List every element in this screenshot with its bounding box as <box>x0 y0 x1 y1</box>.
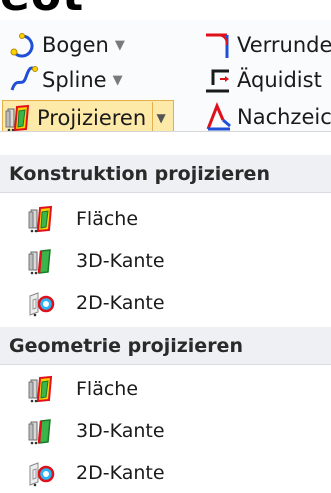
menu-item-label: 3D-Kante <box>76 250 165 272</box>
project-2d-edge-icon <box>28 461 55 488</box>
chevron-down-icon[interactable]: ▼ <box>152 102 169 134</box>
project-2d-edge-icon <box>28 291 55 318</box>
menu-item-geometrie-3d-kante[interactable]: 3D-Kante <box>0 410 331 452</box>
menu-item-geometrie-flaeche[interactable]: Fläche <box>0 368 331 410</box>
spline-button[interactable]: Spline ▼ <box>8 63 123 97</box>
verrunden-label: Verrunde <box>237 33 331 57</box>
projizieren-label: Projizieren <box>37 106 147 130</box>
ribbon-panel: Bogen ▼ Spline ▼ Projizieren ▼ Verrunde … <box>0 20 331 136</box>
menu-item-konstruktion-flaeche[interactable]: Fläche <box>0 198 331 240</box>
menu-item-geometrie-2d-kante[interactable]: 2D-Kante <box>0 452 331 493</box>
bogen-label: Bogen <box>42 33 109 57</box>
section-header-konstruktion: Konstruktion projizieren <box>0 155 331 193</box>
verrunden-button[interactable]: Verrunde <box>203 28 331 62</box>
bogen-button[interactable]: Bogen ▼ <box>8 28 125 62</box>
menu-item-label: 2D-Kante <box>76 462 165 484</box>
nachzeichnen-label: Nachzeic <box>237 105 331 129</box>
app-screenshot: eot Bogen ▼ Spline ▼ Projizieren ▼ <box>0 0 331 493</box>
projizieren-dropdown-menu: Konstruktion projizieren Fläche 3D-Kante… <box>0 131 331 493</box>
chevron-down-icon[interactable]: ▼ <box>115 38 125 53</box>
aquidistanz-label: Äquidist <box>237 68 322 92</box>
menu-item-label: Fläche <box>76 378 139 400</box>
menu-item-konstruktion-3d-kante[interactable]: 3D-Kante <box>0 240 331 282</box>
project-3d-edge-icon <box>27 418 52 446</box>
project-3d-edge-icon <box>27 248 52 276</box>
chevron-down-icon[interactable]: ▼ <box>113 73 123 88</box>
aquidistanz-button[interactable]: Äquidist <box>203 63 322 97</box>
arc-icon <box>10 33 34 58</box>
spline-label: Spline <box>42 68 107 92</box>
project-geometry-icon <box>5 105 29 133</box>
nachzeichnen-button[interactable]: Nachzeic <box>203 100 331 134</box>
spline-icon <box>10 66 38 91</box>
trace-icon <box>206 102 231 131</box>
menu-item-label: Fläche <box>76 208 139 230</box>
project-face-icon <box>28 376 52 404</box>
section-header-geometrie: Geometrie projizieren <box>0 327 331 365</box>
menu-item-label: 2D-Kante <box>76 292 165 314</box>
menu-item-konstruktion-2d-kante[interactable]: 2D-Kante <box>0 282 331 324</box>
menu-item-label: 3D-Kante <box>76 420 165 442</box>
offset-icon <box>206 69 229 93</box>
fillet-icon <box>206 33 229 58</box>
project-face-icon <box>28 206 52 234</box>
